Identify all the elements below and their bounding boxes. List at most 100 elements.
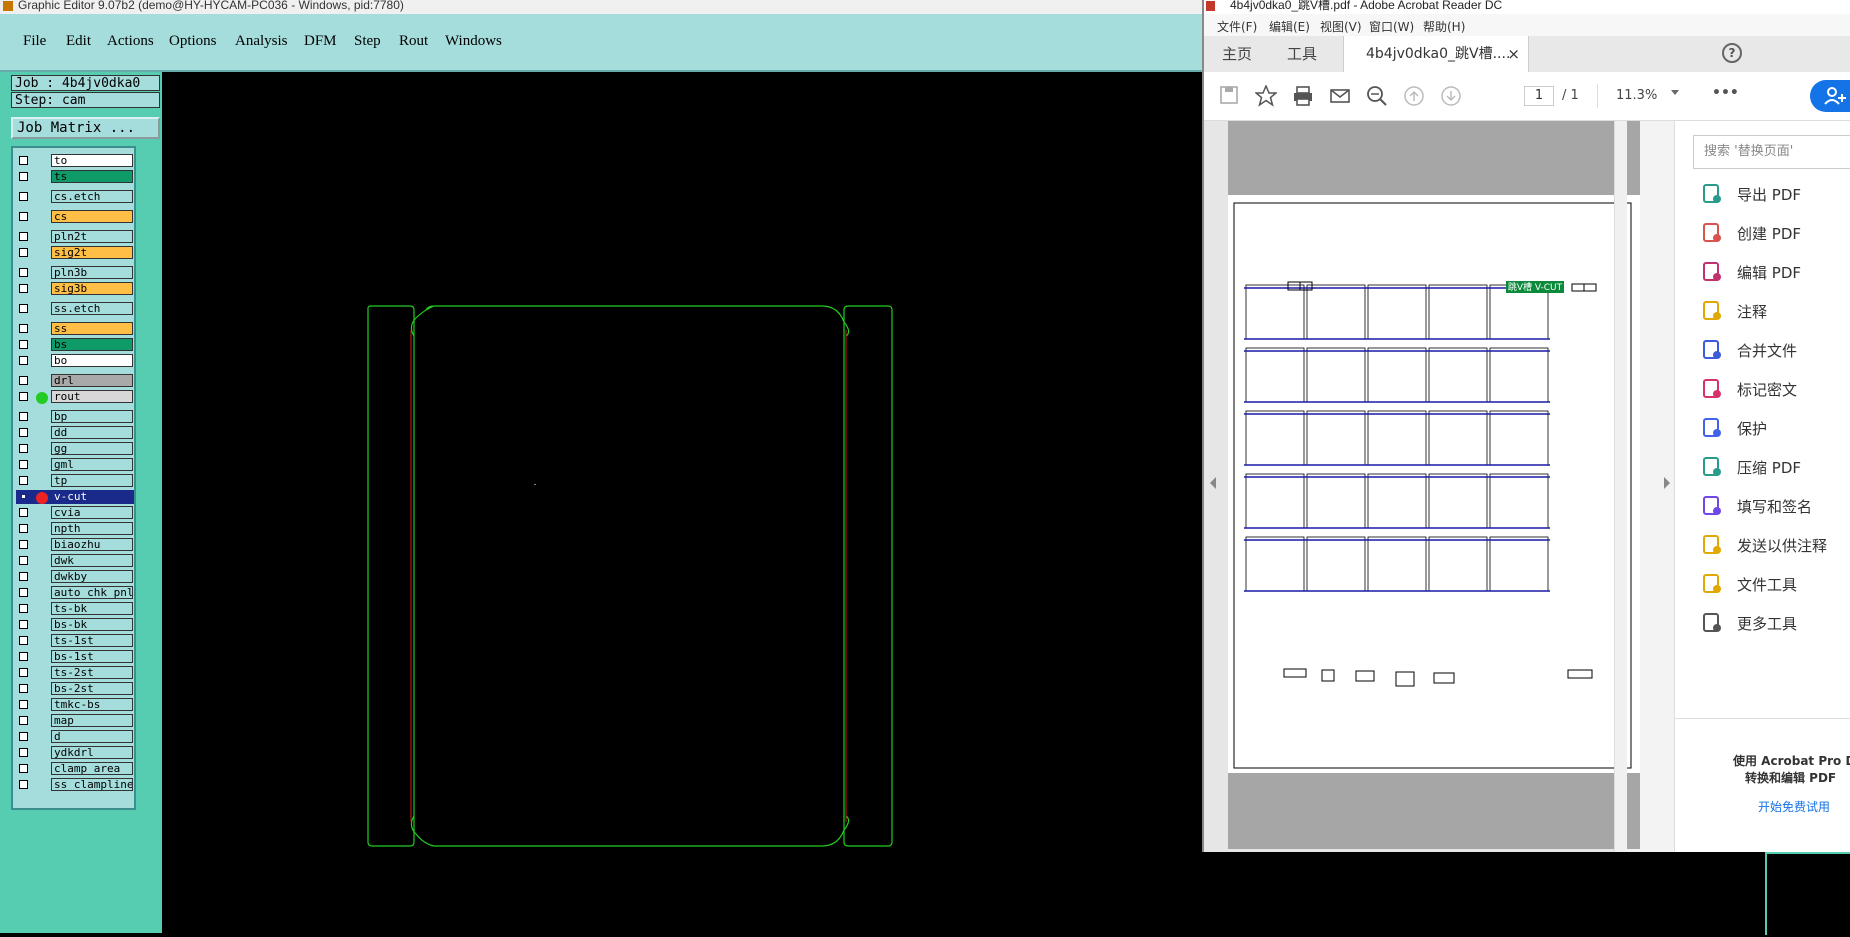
viewport-scrollbar[interactable] — [1614, 121, 1627, 852]
layer-row-biaozhu[interactable]: biaozhu — [16, 538, 134, 552]
layer-checkbox[interactable] — [19, 572, 28, 581]
layer-checkbox[interactable] — [19, 684, 28, 693]
layer-checkbox[interactable] — [19, 356, 28, 365]
layer-row-drl[interactable]: drl — [16, 374, 134, 388]
layer-row-map[interactable]: map — [16, 714, 134, 728]
layer-checkbox[interactable] — [19, 492, 28, 501]
layer-row-dd[interactable]: dd — [16, 426, 134, 440]
tool-protect[interactable]: 保护 — [1695, 414, 1850, 444]
layer-name[interactable]: clamp_area — [51, 762, 133, 775]
layer-name[interactable]: tmkc-bs — [51, 698, 133, 711]
layer-checkbox[interactable] — [19, 428, 28, 437]
layer-checkbox[interactable] — [19, 268, 28, 277]
layer-name[interactable]: auto_chk_pnl — [51, 586, 133, 599]
tools-search-input[interactable]: 搜索 '替换页面' — [1693, 135, 1850, 169]
layer-name[interactable]: v-cut — [51, 490, 133, 503]
zoom-dropdown-icon[interactable] — [1671, 90, 1679, 95]
tool-create-pdf[interactable]: 创建 PDF — [1695, 219, 1850, 249]
acro-menu-edit[interactable]: 编辑(E) — [1269, 18, 1310, 35]
layer-checkbox[interactable] — [19, 248, 28, 257]
layer-checkbox[interactable] — [19, 508, 28, 517]
layer-checkbox[interactable] — [19, 636, 28, 645]
layer-row-ts-1st[interactable]: ts-1st — [16, 634, 134, 648]
layer-name[interactable]: npth — [51, 522, 133, 535]
layer-name[interactable]: sig3b — [51, 282, 133, 295]
layer-name[interactable]: biaozhu — [51, 538, 133, 551]
layer-row-ts[interactable]: ts — [16, 170, 134, 184]
layer-checkbox[interactable] — [19, 652, 28, 661]
layer-name[interactable]: ss.etch — [51, 302, 133, 315]
layer-row-gg[interactable]: gg — [16, 442, 134, 456]
layer-name[interactable]: tp — [51, 474, 133, 487]
tab-document[interactable]: 4b4jv0dka0_跳V槽.... × — [1343, 36, 1529, 73]
layer-row-pln3b[interactable]: pln3b — [16, 266, 134, 280]
layer-row-pln2t[interactable]: pln2t — [16, 230, 134, 244]
layer-row-ss_clampline[interactable]: ss_clampline — [16, 778, 134, 792]
layer-row-bs[interactable]: bs — [16, 338, 134, 352]
layer-row-ts-2st[interactable]: ts-2st — [16, 666, 134, 680]
menu-edit[interactable]: Edit — [66, 33, 91, 50]
left-panel-toggle-icon[interactable] — [1210, 477, 1216, 489]
layer-row-to[interactable]: to — [16, 154, 134, 168]
layer-checkbox[interactable] — [19, 212, 28, 221]
layer-name[interactable]: sig2t — [51, 246, 133, 259]
menu-actions[interactable]: Actions — [107, 33, 154, 50]
layer-name[interactable]: bs — [51, 338, 133, 351]
layer-name[interactable]: pln3b — [51, 266, 133, 279]
next-page-icon[interactable] — [1440, 85, 1462, 107]
layer-name[interactable]: ts-bk — [51, 602, 133, 615]
tab-tools[interactable]: 工具 — [1287, 36, 1317, 72]
tool-fill-sign[interactable]: 填写和签名 — [1695, 492, 1850, 522]
layer-name[interactable]: ydkdrl — [51, 746, 133, 759]
menu-file[interactable]: File — [23, 33, 46, 50]
layer-row-bs-bk[interactable]: bs-bk — [16, 618, 134, 632]
layer-name[interactable]: dd — [51, 426, 133, 439]
layer-checkbox[interactable] — [19, 172, 28, 181]
tool-redact[interactable]: 标记密文 — [1695, 375, 1850, 405]
layer-name[interactable]: cs.etch — [51, 190, 133, 203]
layer-row-bs-1st[interactable]: bs-1st — [16, 650, 134, 664]
layer-name[interactable]: pln2t — [51, 230, 133, 243]
layer-name[interactable]: ts-2st — [51, 666, 133, 679]
layer-row-rout[interactable]: rout — [16, 390, 134, 404]
print-icon[interactable] — [1292, 85, 1314, 107]
layer-row-bo[interactable]: bo — [16, 354, 134, 368]
tool-edit-pdf[interactable]: 编辑 PDF — [1695, 258, 1850, 288]
layer-name[interactable]: bs-2st — [51, 682, 133, 695]
tool-export-pdf[interactable]: 导出 PDF — [1695, 180, 1850, 210]
layer-name[interactable]: ts-1st — [51, 634, 133, 647]
layer-row-ss.etch[interactable]: ss.etch — [16, 302, 134, 316]
layer-name[interactable]: dwk — [51, 554, 133, 567]
graphic-canvas[interactable] — [162, 72, 1202, 933]
layer-checkbox[interactable] — [19, 588, 28, 597]
layer-row-clamp_area[interactable]: clamp_area — [16, 762, 134, 776]
layer-row-auto_chk_pnl[interactable]: auto_chk_pnl — [16, 586, 134, 600]
layer-checkbox[interactable] — [19, 232, 28, 241]
layer-checkbox[interactable] — [19, 376, 28, 385]
zoom-level[interactable]: 11.3% — [1616, 88, 1657, 103]
share-user-button[interactable] — [1810, 80, 1850, 112]
layer-checkbox[interactable] — [19, 748, 28, 757]
layer-row-ts-bk[interactable]: ts-bk — [16, 602, 134, 616]
acro-menu-window[interactable]: 窗口(W) — [1369, 18, 1414, 35]
menu-step[interactable]: Step — [354, 33, 381, 50]
layer-row-ydkdrl[interactable]: ydkdrl — [16, 746, 134, 760]
more-options-icon[interactable]: ••• — [1712, 85, 1739, 101]
layer-row-sig2t[interactable]: sig2t — [16, 246, 134, 260]
layer-name[interactable]: d — [51, 730, 133, 743]
layer-row-cs.etch[interactable]: cs.etch — [16, 190, 134, 204]
layer-name[interactable]: ss_clampline — [51, 778, 133, 791]
layer-name[interactable]: map — [51, 714, 133, 727]
menu-options[interactable]: Options — [169, 33, 217, 50]
layer-row-cs[interactable]: cs — [16, 210, 134, 224]
layer-name[interactable]: dwkby — [51, 570, 133, 583]
layer-checkbox[interactable] — [19, 444, 28, 453]
job-matrix-button[interactable]: Job Matrix ... — [11, 117, 160, 139]
layer-row-dwk[interactable]: dwk — [16, 554, 134, 568]
prev-page-icon[interactable] — [1403, 85, 1425, 107]
layer-name[interactable]: ss — [51, 322, 133, 335]
layer-name[interactable]: bs-1st — [51, 650, 133, 663]
layer-row-npth[interactable]: npth — [16, 522, 134, 536]
tool-comment[interactable]: 注释 — [1695, 297, 1850, 327]
email-icon[interactable] — [1329, 85, 1351, 107]
